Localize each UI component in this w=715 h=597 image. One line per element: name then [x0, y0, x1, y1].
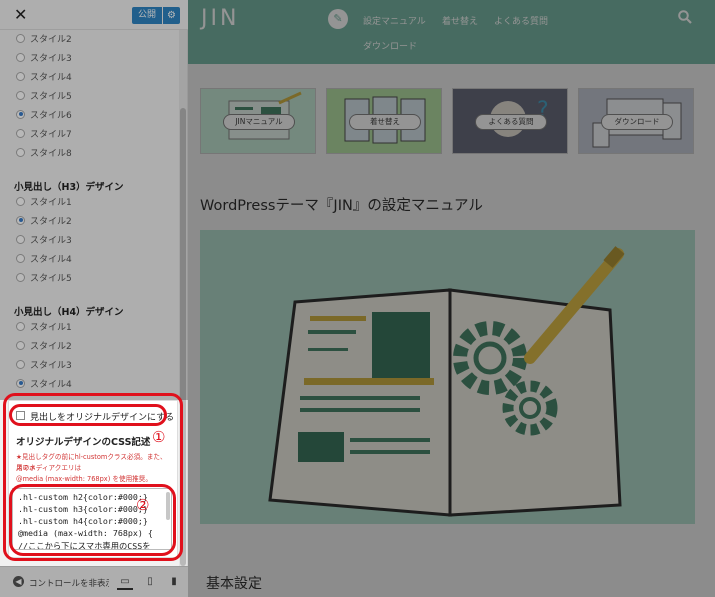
- callout-number-2: ②: [136, 496, 150, 514]
- site-preview: JIN ✎ 設定マニュアル 着せ替え よくある質問 ダウンロード JINマニュア…: [188, 0, 715, 597]
- customizer-panel: ✕ 公開 ⚙ スタイル2 スタイル3 スタイル4 スタイル5 スタイル6 スタイ…: [0, 0, 188, 597]
- panel-overlay-footer: [0, 566, 188, 597]
- panel-overlay-top: [0, 0, 188, 30]
- callout-frame-checkbox: [9, 404, 167, 426]
- callout-number-1: ①: [152, 428, 166, 446]
- callout-frame-textarea: [9, 484, 176, 556]
- panel-overlay: [0, 30, 188, 400]
- preview-overlay: [188, 0, 715, 597]
